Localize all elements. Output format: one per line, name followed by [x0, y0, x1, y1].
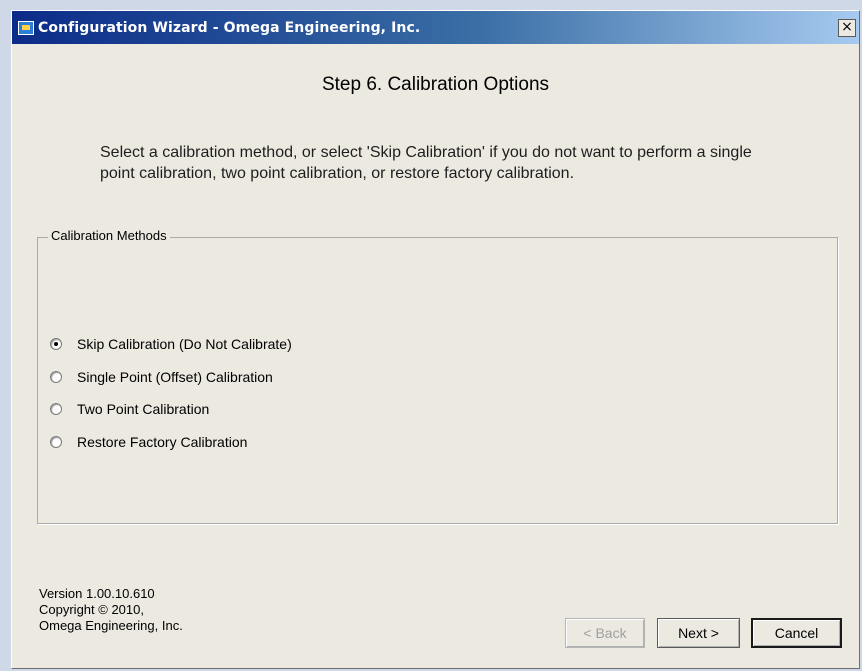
calibration-methods-group: Calibration Methods Skip Calibration (Do… [37, 228, 838, 524]
company-text: Omega Engineering, Inc. [39, 618, 183, 633]
radio-label[interactable]: Skip Calibration (Do Not Calibrate) [77, 336, 292, 352]
back-button[interactable]: < Back [565, 618, 645, 648]
radio-restore-factory-calibration[interactable]: Restore Factory Calibration [50, 433, 247, 451]
radio-two-point-calibration[interactable]: Two Point Calibration [50, 400, 209, 418]
calibration-methods-legend: Calibration Methods [48, 228, 170, 243]
version-info: Version 1.00.10.610 Copyright © 2010, Om… [39, 586, 183, 634]
cancel-button[interactable]: Cancel [751, 618, 842, 648]
step-heading: Step 6. Calibration Options [321, 74, 550, 95]
close-button[interactable]: × [838, 19, 856, 37]
radio-label[interactable]: Two Point Calibration [77, 401, 209, 417]
next-button[interactable]: Next > [657, 618, 740, 648]
radio-button-icon[interactable] [50, 338, 62, 350]
radio-label[interactable]: Single Point (Offset) Calibration [77, 369, 273, 385]
configuration-wizard-window: Configuration Wizard - Omega Engineering… [11, 10, 860, 669]
radio-label[interactable]: Restore Factory Calibration [77, 434, 247, 450]
version-text: Version 1.00.10.610 [39, 586, 155, 601]
radio-single-point-calibration[interactable]: Single Point (Offset) Calibration [50, 368, 273, 386]
copyright-text: Copyright © 2010, [39, 602, 144, 617]
radio-button-icon[interactable] [50, 403, 62, 415]
title-bar[interactable]: Configuration Wizard - Omega Engineering… [12, 11, 859, 44]
app-icon [18, 21, 34, 35]
radio-button-icon[interactable] [50, 436, 62, 448]
instructions-text: Select a calibration method, or select '… [100, 144, 752, 182]
radio-skip-calibration[interactable]: Skip Calibration (Do Not Calibrate) [50, 335, 292, 353]
radio-selected-dot [54, 342, 58, 346]
window-title: Configuration Wizard - Omega Engineering… [38, 20, 421, 36]
radio-button-icon[interactable] [50, 371, 62, 383]
